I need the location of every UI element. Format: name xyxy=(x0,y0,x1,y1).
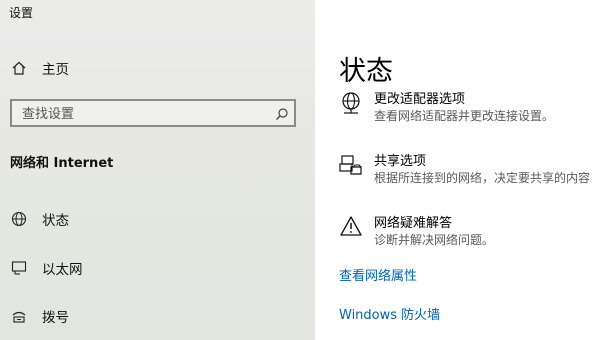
sidebar-item-ethernet[interactable]: 以太网 xyxy=(10,255,83,281)
home-label: 主页 xyxy=(42,62,69,78)
sidebar-item-label: 状态 xyxy=(42,213,69,229)
sidebar-item-label: 以太网 xyxy=(42,262,83,278)
home-icon xyxy=(10,59,28,77)
search-icon[interactable] xyxy=(275,106,289,120)
change-adapter-options[interactable]: 更改适配器选项 查看网络适配器并更改连接设置。 xyxy=(339,91,554,125)
option-desc: 查看网络适配器并更改连接设置。 xyxy=(374,109,555,123)
dialup-icon xyxy=(10,307,28,325)
page-title: 状态 xyxy=(339,56,393,87)
sharing-options[interactable]: 共享选项 根据所连接到的网络，决定要共享的内容 xyxy=(339,153,590,187)
sidebar: 设置 主页 网络和 Internet 状态 以太网 拨号 xyxy=(0,0,315,340)
windows-firewall-link[interactable]: Windows 防火墙 xyxy=(339,304,440,323)
sharing-icon xyxy=(339,153,363,177)
home-globe-icon xyxy=(10,210,28,228)
sidebar-item-label: 拨号 xyxy=(42,310,69,326)
warning-icon xyxy=(339,215,363,239)
main-panel: 状态 更改适配器选项 查看网络适配器并更改连接设置。 共享选项 根据所连接到的网… xyxy=(315,0,600,340)
network-troubleshooter[interactable]: 网络疑难解答 诊断并解决网络问题。 xyxy=(339,215,494,249)
adapter-globe-icon xyxy=(339,91,363,115)
sidebar-item-status[interactable]: 状态 xyxy=(10,206,69,232)
search-box[interactable] xyxy=(10,99,296,127)
option-title: 共享选项 xyxy=(374,154,427,169)
home-nav-item[interactable]: 主页 xyxy=(10,55,69,81)
search-input[interactable] xyxy=(12,101,274,127)
sidebar-item-dialup[interactable]: 拨号 xyxy=(10,303,69,329)
option-title: 网络疑难解答 xyxy=(374,216,453,231)
section-header: 网络和 Internet xyxy=(10,156,114,171)
option-title: 更改适配器选项 xyxy=(374,92,466,107)
window-title: 设置 xyxy=(9,6,34,20)
view-network-properties-link[interactable]: 查看网络属性 xyxy=(339,265,417,284)
option-desc: 诊断并解决网络问题。 xyxy=(374,233,495,247)
option-desc: 根据所连接到的网络，决定要共享的内容 xyxy=(374,171,591,185)
ethernet-icon xyxy=(10,259,28,277)
